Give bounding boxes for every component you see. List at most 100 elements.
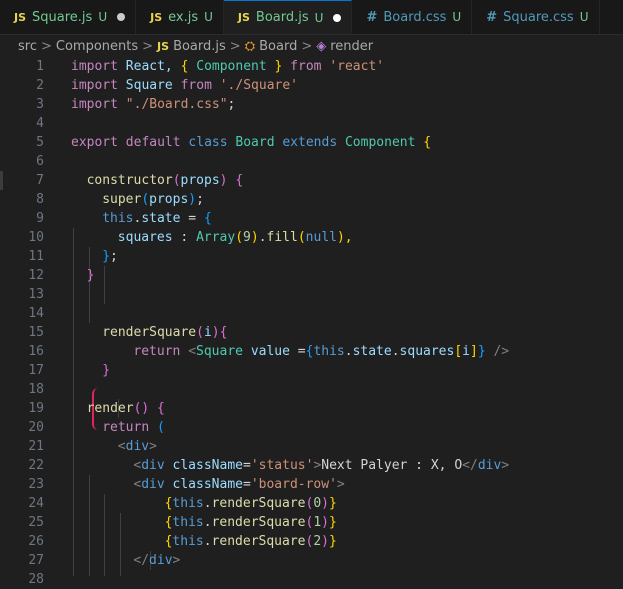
- code-token: './Square': [219, 78, 299, 93]
- code-token: (: [141, 192, 150, 207]
- code-token: this: [313, 344, 345, 359]
- code-line[interactable]: 3 import "./Board.css";: [0, 95, 623, 114]
- code-token: import: [71, 97, 118, 112]
- code-text: return <Square value ={this.state.square…: [71, 342, 509, 361]
- code-token: {: [235, 173, 244, 188]
- tab-board-css[interactable]: # Board.css U: [352, 0, 473, 34]
- code-token: ): [321, 496, 329, 511]
- breadcrumb: src > Components > JS Board.js > ⛭ Board…: [0, 35, 623, 57]
- code-line[interactable]: 16 return <Square value ={this.state.squa…: [0, 342, 623, 361]
- code-text: super(props);: [71, 190, 204, 209]
- code-line[interactable]: 1 import React, { Component } from 'react…: [0, 57, 623, 76]
- code-line[interactable]: 4: [0, 114, 623, 133]
- code-token: from: [282, 59, 330, 74]
- code-text: }: [71, 266, 95, 285]
- code-line[interactable]: 8 super(props);: [0, 190, 623, 209]
- line-number: 10: [28, 230, 44, 245]
- code-line[interactable]: 27 </div>: [0, 551, 623, 570]
- code-line[interactable]: 10 squares : Array(9).fill(null),: [0, 228, 623, 247]
- code-token: (: [235, 230, 244, 245]
- code-line[interactable]: 17}: [0, 361, 623, 380]
- tab-square-js[interactable]: JS Square.js U: [0, 0, 137, 34]
- code-text: {this.renderSquare(0)}: [71, 494, 337, 513]
- code-line[interactable]: 7 constructor(props) {: [0, 171, 623, 190]
- code-token: .: [391, 344, 400, 359]
- breadcrumb-method[interactable]: render: [330, 39, 373, 54]
- tab-board-js[interactable]: JS Board.js U: [223, 0, 353, 34]
- code-token: Square: [196, 344, 243, 359]
- code-line[interactable]: 11};: [0, 247, 623, 266]
- line-number: 12: [28, 268, 44, 283]
- code-token: constructor: [86, 173, 173, 188]
- git-status-badge: U: [579, 10, 589, 24]
- code-line[interactable]: 20 return (: [0, 418, 623, 437]
- tab-square-css[interactable]: # Square.css U: [472, 0, 600, 34]
- code-line[interactable]: 2 import Square from './Square': [0, 76, 623, 95]
- code-token: div: [477, 458, 502, 473]
- chevron-right-icon: >: [301, 38, 313, 54]
- code-line[interactable]: 21 <div>: [0, 437, 623, 456]
- code-token: i: [203, 325, 212, 340]
- code-token: (: [196, 325, 204, 340]
- code-line[interactable]: 19 render() {: [0, 399, 623, 418]
- code-token: ),: [336, 230, 353, 245]
- code-line[interactable]: 15 renderSquare(i){: [0, 323, 623, 342]
- code-text: };: [71, 247, 118, 266]
- unsaved-dot-icon[interactable]: [333, 13, 342, 22]
- code-token: i: [462, 344, 470, 359]
- code-line[interactable]: 12}: [0, 266, 623, 285]
- code-token: <: [117, 439, 126, 454]
- code-line[interactable]: 24 {this.renderSquare(0)}: [0, 494, 623, 513]
- code-line[interactable]: 6: [0, 152, 623, 171]
- unsaved-dot-icon[interactable]: [117, 13, 126, 21]
- code-token: div: [149, 553, 173, 568]
- code-text: <div>: [71, 437, 157, 456]
- code-token: 0: [313, 496, 322, 511]
- code-token: >: [336, 477, 345, 492]
- code-token: null: [305, 230, 337, 245]
- code-text: render() {: [71, 399, 165, 418]
- code-line[interactable]: 22 <div className='status'>Next Palyer : …: [0, 456, 623, 475]
- code-line[interactable]: 18: [0, 380, 623, 399]
- breadcrumb-src[interactable]: src: [18, 39, 37, 54]
- code-line[interactable]: 26 {this.renderSquare(2)}: [0, 532, 623, 551]
- method-symbol-icon: ◈: [316, 38, 327, 54]
- breadcrumb-components[interactable]: Components: [56, 39, 138, 54]
- code-line[interactable]: 13: [0, 285, 623, 304]
- code-token: }: [477, 344, 486, 359]
- code-line[interactable]: 5 export default class Board extends Comp…: [0, 133, 623, 152]
- chevron-right-icon: >: [229, 38, 241, 54]
- code-token: }: [328, 534, 337, 549]
- code-line[interactable]: 28: [0, 570, 623, 589]
- line-number: 4: [36, 116, 44, 131]
- code-token: (: [297, 230, 306, 245]
- code-token: state: [352, 344, 392, 359]
- code-text: return (: [71, 418, 165, 437]
- code-text: export default class Board extends Compo…: [71, 133, 431, 152]
- js-file-icon: JS: [150, 10, 163, 24]
- line-number: 27: [28, 553, 44, 568]
- tab-ex-js[interactable]: JS ex.js U: [136, 0, 224, 34]
- code-token: props: [149, 192, 189, 207]
- code-line[interactable]: 23 <div className='board-row'>: [0, 475, 623, 494]
- code-line[interactable]: 9 this.state = {: [0, 209, 623, 228]
- code-editor[interactable]: 1 import React, { Component } from 'react…: [0, 57, 623, 587]
- line-number: 8: [36, 192, 44, 207]
- breadcrumb-file[interactable]: Board.js: [173, 39, 226, 54]
- code-token: div: [141, 477, 165, 492]
- line-number: 22: [28, 458, 44, 473]
- tab-label: Square.css: [503, 9, 574, 25]
- code-token: className: [172, 458, 243, 473]
- code-token: renderSquare: [211, 496, 306, 511]
- line-number: 23: [28, 477, 44, 492]
- breadcrumb-class[interactable]: Board: [259, 39, 297, 54]
- code-line[interactable]: 25 {this.renderSquare(1)}: [0, 513, 623, 532]
- code-token: renderSquare: [211, 534, 306, 549]
- line-number: 5: [36, 135, 44, 150]
- code-line[interactable]: 14: [0, 304, 623, 323]
- code-text: import React, { Component } from 'react': [71, 57, 384, 76]
